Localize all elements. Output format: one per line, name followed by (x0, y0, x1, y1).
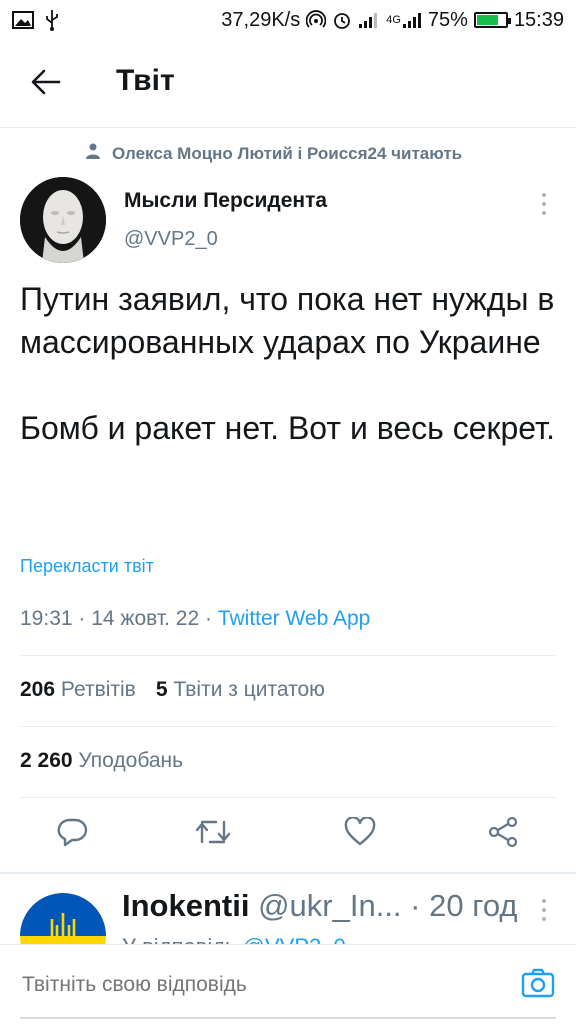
social-context[interactable]: Олекса Моцно Лютий і Роисся24 читають (86, 143, 462, 164)
tweet-text: Путин заявил, что пока нет нужды в масси… (20, 278, 560, 450)
quotes-stat[interactable]: 5 Твіти з цитатою (156, 678, 325, 702)
reply-icon (56, 817, 88, 852)
likes-stat[interactable]: 2 260 Уподобань (20, 749, 183, 773)
composer-underline (20, 1017, 556, 1019)
reply-context: У відповідь @VVP2_0 (122, 934, 346, 944)
author-handle[interactable]: @VVP2_0 (124, 228, 218, 251)
quotes-count: 5 (155, 678, 168, 701)
stats-row: 206 Ретвітів 5 Твіти з цитатою (20, 678, 325, 702)
signal-4g-icon: 4G (386, 11, 422, 29)
quotes-label: Твіти з цитатою (173, 678, 325, 701)
tweet-timestamp: 19:31 · 14 жовт. 22 · (20, 607, 218, 630)
author-name[interactable]: Мысли Персидента (124, 189, 327, 213)
reply-context-prefix: У відповідь (122, 934, 237, 944)
reply-author-handle[interactable]: @ukr_In... (258, 888, 401, 923)
battery-percent: 75% (427, 8, 468, 31)
reply-time: · 20 год (410, 888, 518, 923)
clock: 15:39 (513, 8, 564, 31)
signal-icon (358, 11, 380, 29)
network-type: 4G (386, 14, 401, 26)
back-button[interactable] (26, 66, 66, 102)
tweet-meta: 19:31 · 14 жовт. 22 · Twitter Web App (20, 607, 370, 631)
camera-button[interactable] (518, 967, 558, 1003)
tweet-paragraph: Путин заявил, что пока нет нужды в масси… (20, 281, 555, 360)
avatar[interactable] (20, 177, 106, 263)
share-button[interactable] (482, 812, 526, 856)
battery-icon (473, 12, 511, 28)
alarm-icon (332, 10, 352, 30)
like-icon (344, 815, 376, 852)
trident-icon (50, 913, 76, 944)
tweet-source[interactable]: Twitter Web App (218, 607, 371, 630)
tweet-paragraph: Бомб и ракет нет. Вот и весь секрет. (20, 410, 556, 446)
hotspot-icon (306, 10, 327, 30)
arrow-left-icon (31, 69, 61, 100)
reply-context-mention[interactable]: @VVP2_0 (243, 934, 346, 944)
app-header: Твіт (0, 40, 576, 128)
reply-avatar[interactable] (20, 893, 106, 944)
retweets-stat[interactable]: 206 Ретвітів (20, 678, 136, 702)
translate-link[interactable]: Перекласти твіт (20, 556, 154, 577)
image-icon (12, 11, 34, 29)
reply-button[interactable] (50, 812, 94, 856)
divider (20, 655, 556, 656)
net-speed: 37,29K/s (221, 8, 301, 31)
reply-header: Inokentii @ukr_In... · 20 год (122, 888, 517, 924)
reply-more-options-icon[interactable] (534, 896, 554, 924)
retweet-button[interactable] (191, 812, 235, 856)
status-bar: 37,29K/s 4G 75% 15:39 (0, 0, 576, 40)
usb-icon (44, 9, 60, 31)
share-icon (488, 816, 520, 853)
likes-label: Уподобань (78, 749, 184, 772)
retweet-icon (194, 818, 232, 851)
reply-input[interactable] (22, 973, 482, 997)
person-icon (86, 143, 100, 164)
reply-tweet[interactable]: Inokentii @ukr_In... · 20 год У відповід… (0, 874, 576, 944)
divider (20, 797, 556, 798)
social-context-text: Олекса Моцно Лютий і Роисся24 читають (112, 143, 463, 163)
likes-count: 2 260 (20, 749, 73, 772)
camera-icon (521, 968, 555, 1003)
like-button[interactable] (338, 812, 382, 856)
more-options-icon[interactable] (534, 190, 554, 218)
divider (20, 726, 556, 727)
reply-author-name[interactable]: Inokentii (122, 888, 249, 923)
reply-composer (0, 944, 576, 1024)
page-title: Твіт (116, 64, 175, 97)
retweets-label: Ретвітів (60, 678, 136, 701)
tweet-actions (0, 812, 576, 862)
retweets-count: 206 (20, 678, 56, 701)
